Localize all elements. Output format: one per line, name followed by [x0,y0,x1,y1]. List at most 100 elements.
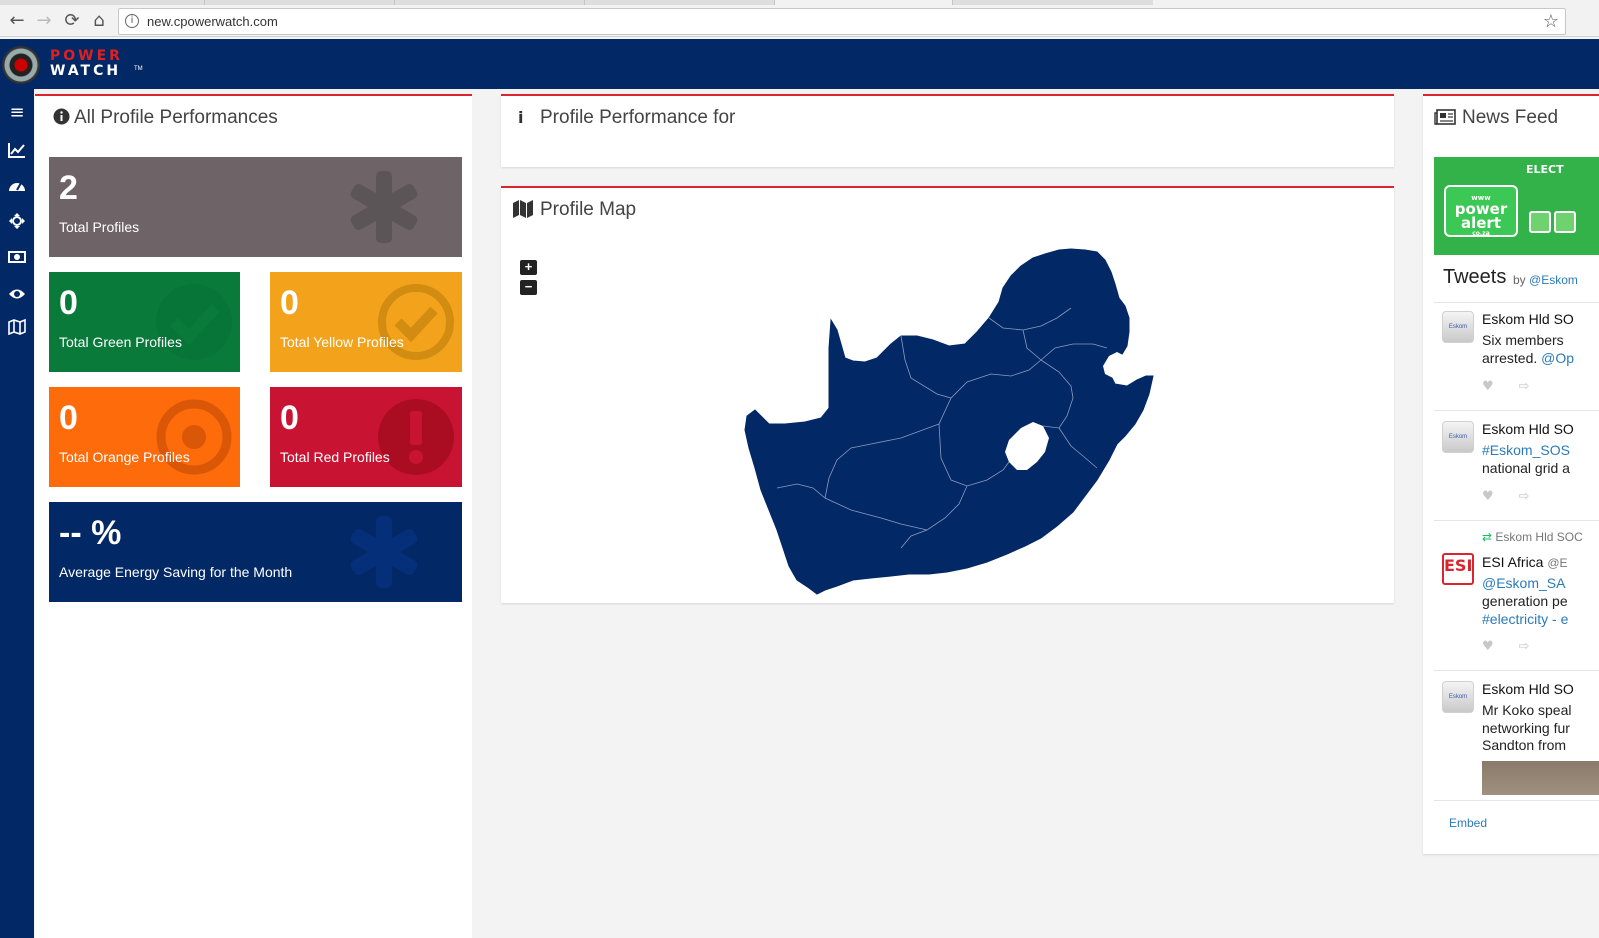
asterisk-icon [350,171,418,243]
dashboard-icon[interactable] [5,178,29,200]
target-icon [156,399,232,475]
site-info-icon[interactable]: i [125,14,139,28]
tweet-author[interactable]: Eskom Hld SO [1482,681,1574,697]
power-alert-banner[interactable]: www power alert co.za ELECT [1434,157,1599,255]
address-url[interactable]: new.cpowerwatch.com [147,14,278,29]
panel-title: Profile Performance for [540,107,736,128]
heart-icon[interactable]: ♥ [1482,379,1494,394]
tweet-text: arrested. @Op [1482,350,1574,366]
share-icon[interactable]: ⇨ [1518,639,1529,654]
newspaper-icon-svg [1434,109,1456,125]
tweets-by: by @Eskom [1513,273,1578,287]
forward-icon[interactable]: → [32,9,56,33]
info-icon: i [518,108,524,127]
avatar[interactable]: Eskom [1442,681,1474,713]
reload-icon[interactable]: ⟳ [60,9,84,33]
exclamation-circle-icon [378,399,454,475]
dashboard-icon-svg [9,182,25,191]
tweet-item[interactable]: Eskom Eskom Hld SO Mr Koko speal network… [1434,670,1599,800]
map-icon [513,200,533,222]
address-bar[interactable]: i new.cpowerwatch.com ☆ [118,8,1566,35]
embed-link[interactable]: Embed [1449,816,1487,830]
eye-icon[interactable] [5,284,29,306]
banner-indicator-box [1529,211,1551,233]
tile-label: Total Yellow Profiles [280,334,404,350]
tweet-author[interactable]: ESI Africa @E [1482,554,1568,570]
tile-value: 0 [280,284,299,322]
panel-title: Profile Map [540,199,637,220]
average-energy-saving-tile[interactable]: -- % Average Energy Saving for the Month [49,502,462,602]
tile-value: 0 [59,399,78,437]
retweet-author[interactable]: Eskom Hld SOC [1495,530,1582,544]
zoom-in-button[interactable]: + [520,260,537,275]
bookmark-star-icon[interactable]: ☆ [1543,11,1559,32]
crosshair-icon[interactable] [5,213,29,235]
tile-label: Total Profiles [59,219,140,235]
tweet-mention-link[interactable]: @Op [1541,350,1574,366]
money-icon[interactable] [5,248,29,270]
retweet-icon: ⇄ [1482,530,1493,544]
asterisk-icon [350,516,418,588]
total-profiles-tile[interactable]: 2 Total Profiles [49,157,462,257]
map-title-icon-svg [513,200,533,218]
share-icon[interactable]: ⇨ [1518,489,1529,504]
eye-icon-svg [9,289,25,299]
map-icon[interactable] [5,318,29,341]
tweet-media-image[interactable] [1482,761,1599,795]
power-alert-logo: www power alert co.za [1444,185,1518,237]
logo-text-power: POWER [50,48,123,64]
check-circle-icon [156,284,232,360]
tweet-actions: ♥ ⇨ [1482,379,1529,394]
tweet-item[interactable]: Eskom Eskom Hld SO Six members arrested.… [1434,302,1599,410]
panel-title: News Feed [1462,107,1559,128]
total-red-profiles-tile[interactable]: 0 Total Red Profiles [270,387,462,487]
check-circle-outline-icon [378,284,454,360]
tweet-mention-link[interactable]: @Eskom_SA [1482,575,1565,591]
tile-value: 0 [280,399,299,437]
tweet-hashtag-link[interactable]: #Eskom_SOS [1482,442,1570,458]
tile-label: Total Green Profiles [59,334,182,350]
south-africa-shape[interactable] [744,248,1154,595]
tweet-text: Sandton from [1482,737,1567,753]
south-africa-map[interactable] [741,248,1161,598]
chart-line-icon[interactable] [5,142,29,164]
app-header: POWER WATCH TM [0,39,1599,89]
avatar[interactable]: ESI [1442,553,1474,585]
zoom-out-button[interactable]: − [520,280,537,295]
tweet-text: Mr Koko speal [1482,702,1572,718]
tweet-item[interactable]: ⇄ Eskom Hld SOC ESI ESI Africa @E @Eskom… [1434,520,1599,670]
total-orange-profiles-tile[interactable]: 0 Total Orange Profiles [49,387,240,487]
total-yellow-profiles-tile[interactable]: 0 Total Yellow Profiles [270,272,462,372]
tweet-author-handle[interactable]: @E [1547,556,1567,570]
tile-value: 0 [59,284,78,322]
banner-elect-text: ELECT [1526,163,1564,176]
retweet-by: ⇄ Eskom Hld SOC [1482,530,1583,544]
tweet-text-part: - e [1548,611,1569,627]
map-icon-svg [8,318,26,336]
logo-trademark: TM [134,66,143,72]
tweet-hashtag-link[interactable]: #electricity [1482,611,1548,627]
menu-icon[interactable]: ≡ [5,102,29,124]
tweet-text: generation pe [1482,593,1568,609]
tweet-text: #electricity - e [1482,611,1568,627]
tweet-author-name[interactable]: ESI Africa [1482,554,1543,570]
tweet-author[interactable]: Eskom Hld SO [1482,311,1574,327]
tweet-actions: ♥ ⇨ [1482,489,1529,504]
tweets-title: Tweets [1443,266,1507,288]
avatar[interactable]: Eskom [1442,421,1474,453]
banner-indicator-box [1554,211,1576,233]
tweets-handle-link[interactable]: @Eskom [1529,273,1578,287]
total-green-profiles-tile[interactable]: 0 Total Green Profiles [49,272,240,372]
power-watch-logo-icon[interactable] [2,46,40,84]
tweet-item[interactable]: Eskom Eskom Hld SO #Eskom_SOS national g… [1434,410,1599,520]
tweet-author[interactable]: Eskom Hld SO [1482,421,1574,437]
avatar[interactable]: Eskom [1442,311,1474,343]
back-icon[interactable]: ← [5,9,29,33]
tweets-by-word: by [1513,273,1526,287]
profile-map-panel: Profile Map + − [501,186,1394,603]
share-icon[interactable]: ⇨ [1518,379,1529,394]
home-icon[interactable]: ⌂ [87,9,111,33]
heart-icon[interactable]: ♥ [1482,489,1494,504]
heart-icon[interactable]: ♥ [1482,639,1494,654]
divider [1434,800,1599,801]
